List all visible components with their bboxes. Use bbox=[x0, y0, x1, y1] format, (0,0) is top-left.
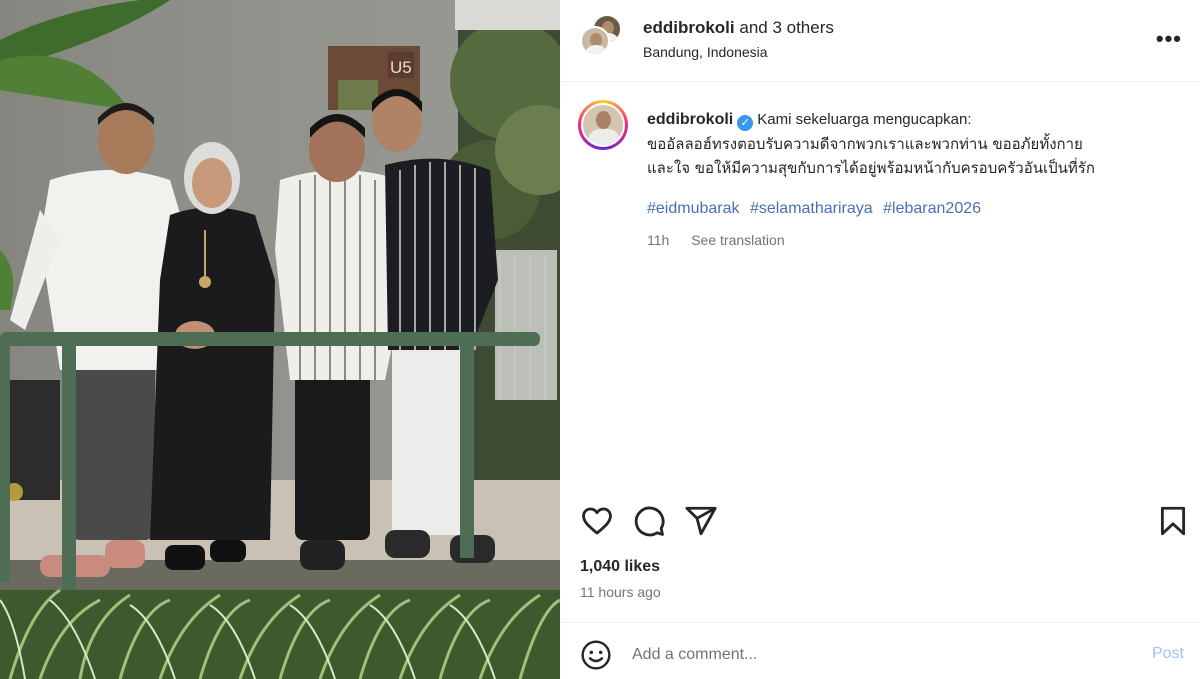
post-comment-button[interactable]: Post bbox=[1152, 645, 1184, 663]
hashtags: #eidmubarak #selamathariraya #lebaran202… bbox=[647, 200, 987, 218]
caption-meta: 11h See translation bbox=[647, 232, 785, 248]
bookmark-icon[interactable] bbox=[1156, 504, 1190, 538]
see-translation-link[interactable]: See translation bbox=[691, 232, 784, 248]
caption-intro: Kami sekeluarga mengucapkan: bbox=[757, 111, 972, 128]
hashtag-link[interactable]: #selamathariraya bbox=[750, 200, 873, 217]
caption-text: eddibrokoli ✓ Kami sekeluarga mengucapkan:… bbox=[647, 108, 1167, 180]
comment-bar: Post bbox=[560, 622, 1200, 679]
post-photo[interactable]: U5 bbox=[0, 0, 560, 679]
emoji-icon[interactable] bbox=[580, 639, 612, 671]
post-timestamp[interactable]: 11 hours ago bbox=[580, 584, 661, 600]
caption-section: eddibrokoli ✓ Kami sekeluarga mengucapkan:… bbox=[560, 82, 1200, 492]
collaborators-link[interactable]: and 3 others bbox=[739, 18, 834, 37]
post-details-panel: eddibrokoli and 3 others Bandung, Indone… bbox=[560, 0, 1200, 679]
caption-age: 11h bbox=[647, 232, 670, 248]
avatar bbox=[580, 26, 610, 56]
verified-badge-icon: ✓ bbox=[737, 115, 754, 131]
share-icon[interactable] bbox=[684, 504, 718, 538]
comment-input[interactable] bbox=[632, 641, 1112, 669]
comment-icon[interactable] bbox=[632, 504, 666, 538]
hashtag-link[interactable]: #lebaran2026 bbox=[883, 200, 981, 217]
collab-avatars[interactable] bbox=[580, 14, 624, 62]
caption-username-link[interactable]: eddibrokoli bbox=[647, 111, 733, 128]
caption-line: และใจ ขอให้มีความสุขกับการได้อยู่พร้อมหน… bbox=[647, 159, 1095, 177]
more-options-icon[interactable]: ••• bbox=[1156, 26, 1182, 52]
heart-icon[interactable] bbox=[580, 504, 614, 538]
post-header: eddibrokoli and 3 others Bandung, Indone… bbox=[560, 0, 1200, 82]
avatar[interactable] bbox=[578, 100, 628, 150]
action-bar bbox=[560, 492, 1200, 548]
unit-sign-text: U5 bbox=[390, 58, 412, 77]
post-authors: eddibrokoli and 3 others bbox=[643, 18, 834, 38]
family-photo-illustration: U5 bbox=[0, 0, 560, 679]
author-username-link[interactable]: eddibrokoli bbox=[643, 18, 735, 37]
caption-line: ขออัลลอฮ์ทรงตอบรับความดีจากพวกเราและพวกท… bbox=[647, 135, 1083, 153]
like-count[interactable]: 1,040 likes bbox=[580, 558, 660, 576]
location-link[interactable]: Bandung, Indonesia bbox=[643, 44, 768, 60]
hashtag-link[interactable]: #eidmubarak bbox=[647, 200, 740, 217]
